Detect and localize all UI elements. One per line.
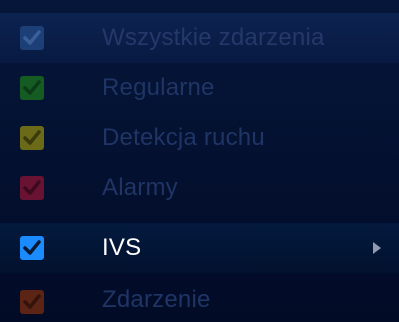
menu-item-alarms[interactable]: Alarmy bbox=[0, 163, 399, 213]
menu-item-label: Alarmy bbox=[102, 174, 178, 201]
menu-item-label: Regularne bbox=[102, 74, 215, 101]
chevron-right-icon[interactable] bbox=[372, 241, 382, 255]
checkbox-checked-icon[interactable] bbox=[20, 290, 44, 314]
menu-item-regular[interactable]: Regularne bbox=[0, 63, 399, 113]
event-type-filter-menu: Wszystkie zdarzenia Regularne Detekcja r… bbox=[0, 0, 399, 322]
checkbox-checked-icon[interactable] bbox=[20, 126, 44, 150]
menu-item-label: IVS bbox=[102, 234, 142, 261]
checkbox-checked-icon[interactable] bbox=[20, 26, 44, 50]
checkbox-checked-icon[interactable] bbox=[20, 236, 44, 260]
checkbox-checked-icon[interactable] bbox=[20, 176, 44, 200]
menu-item-all-events[interactable]: Wszystkie zdarzenia bbox=[0, 13, 399, 63]
menu-item-label: Wszystkie zdarzenia bbox=[102, 24, 325, 51]
menu-item-label: Zdarzenie bbox=[102, 286, 211, 313]
menu-item-label: Detekcja ruchu bbox=[102, 124, 265, 151]
menu-item-motion-detection[interactable]: Detekcja ruchu bbox=[0, 113, 399, 163]
checkbox-checked-icon[interactable] bbox=[20, 76, 44, 100]
menu-item-event[interactable]: Zdarzenie bbox=[0, 282, 399, 322]
menu-item-ivs[interactable]: IVS bbox=[0, 223, 399, 273]
